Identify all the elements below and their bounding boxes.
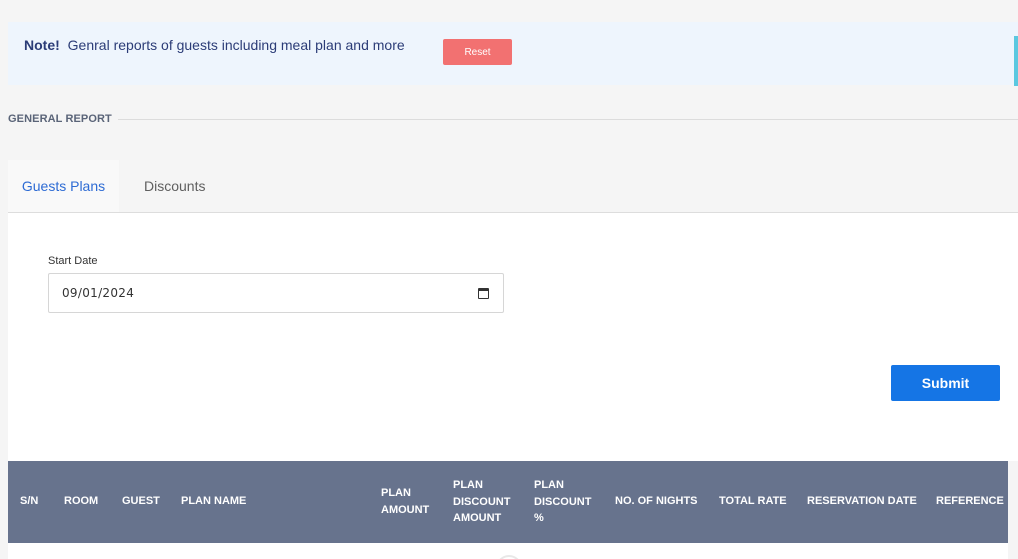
- col-header-plan-amount[interactable]: PLAN AMOUNT: [381, 485, 429, 518]
- start-date-input[interactable]: 09/01/2024: [48, 273, 504, 313]
- col-header-total-rate[interactable]: TOTAL RATE: [719, 493, 787, 510]
- col-header-plan-discount-amount[interactable]: PLAN DISCOUNT AMOUNT: [453, 477, 510, 527]
- section-divider: [118, 119, 1018, 120]
- submit-button[interactable]: Submit: [891, 365, 1000, 401]
- col-header-reservation-date[interactable]: RESERVATION DATE: [807, 493, 917, 510]
- col-header-guest[interactable]: GUEST: [122, 493, 160, 510]
- table-header: S/N ROOM GUEST PLAN NAME PLAN AMOUNT PLA…: [8, 461, 1008, 543]
- note-text: Genral reports of guests including meal …: [67, 37, 405, 53]
- note-message: Note! Genral reports of guests including…: [24, 37, 405, 53]
- col-header-room[interactable]: ROOM: [64, 493, 98, 510]
- table-body: [8, 543, 1008, 559]
- section-title: GENERAL REPORT: [8, 113, 112, 125]
- col-header-nights[interactable]: NO. OF NIGHTS: [615, 493, 698, 510]
- col-header-plan-name[interactable]: PLAN NAME: [181, 493, 246, 510]
- reset-button[interactable]: Reset: [443, 39, 512, 65]
- loading-spinner-icon: [496, 555, 522, 559]
- report-tabs: Guests Plans Discounts: [8, 160, 1018, 213]
- start-date-value: 09/01/2024: [62, 286, 135, 300]
- note-label: Note!: [24, 37, 60, 53]
- report-form-panel: Start Date 09/01/2024 Submit: [8, 213, 1018, 461]
- col-header-sn[interactable]: S/N: [20, 493, 38, 510]
- tab-discounts[interactable]: Discounts: [128, 160, 221, 212]
- col-header-reference[interactable]: REFERENCE: [936, 493, 1004, 510]
- tab-guests-plans[interactable]: Guests Plans: [8, 160, 119, 212]
- note-banner: Note! Genral reports of guests including…: [8, 22, 1018, 86]
- col-header-plan-discount-percent[interactable]: PLAN DISCOUNT %: [534, 477, 591, 527]
- note-accent-bar: [1014, 36, 1018, 86]
- calendar-icon[interactable]: [478, 288, 489, 299]
- start-date-label: Start Date: [48, 255, 98, 267]
